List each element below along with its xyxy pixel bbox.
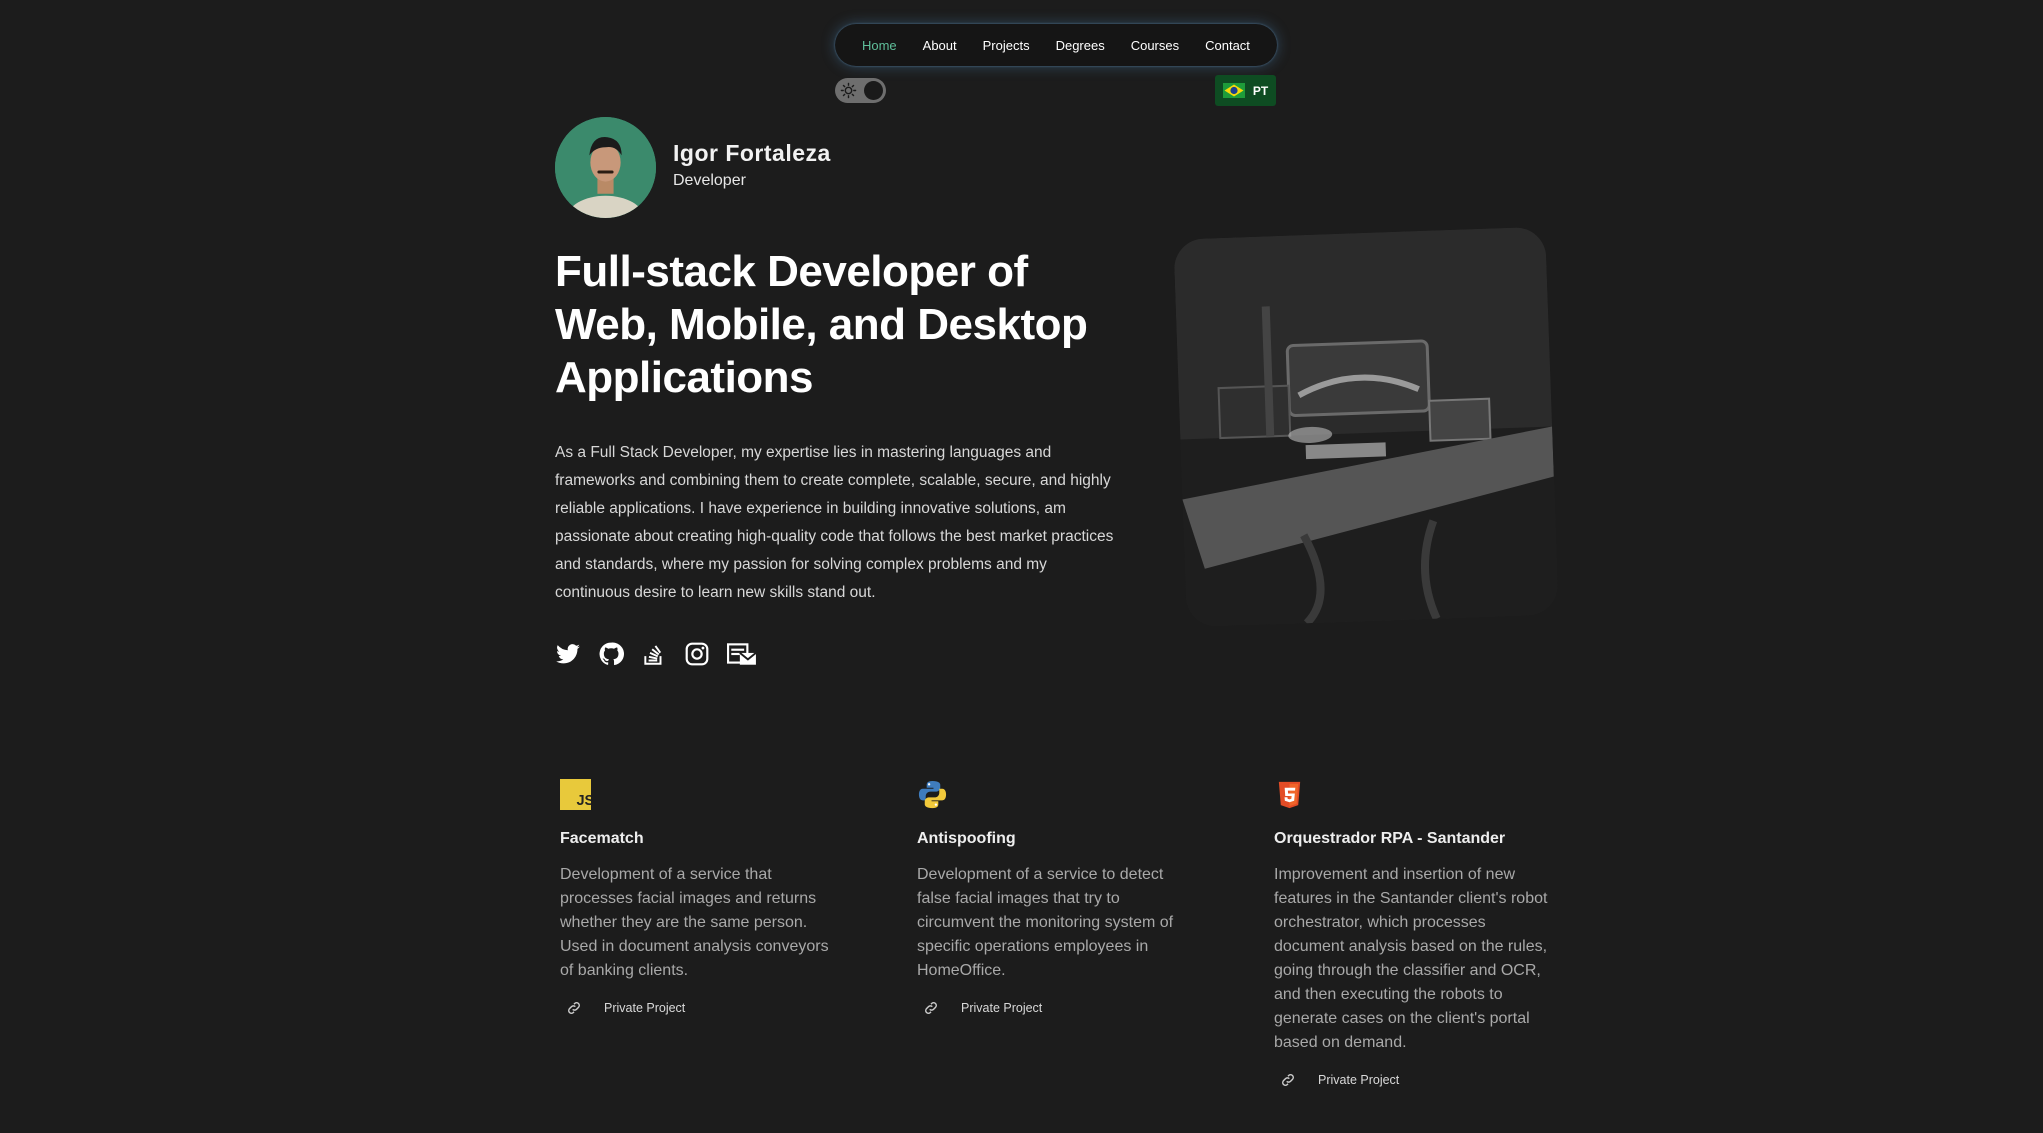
nav-projects[interactable]: Projects	[983, 38, 1030, 53]
theme-toggle[interactable]	[835, 78, 886, 103]
hero-description: As a Full Stack Developer, my expertise …	[555, 444, 1114, 601]
profile-name: Igor Fortaleza	[673, 140, 831, 166]
project-title: Antispoofing	[917, 830, 1016, 847]
brazil-flag-icon	[1222, 83, 1245, 98]
link-icon	[568, 1002, 580, 1014]
python-icon	[918, 780, 947, 809]
project-card-orquestrador: Orquestrador RPA - Santander Improvement…	[1274, 779, 1554, 1088]
project-link[interactable]: Private Project	[917, 1000, 1197, 1016]
link-icon	[1282, 1074, 1294, 1086]
language-button[interactable]: PT	[1215, 75, 1276, 106]
profile-role: Developer	[673, 172, 746, 189]
nav-courses[interactable]: Courses	[1131, 38, 1179, 53]
project-description: Improvement and insertion of new feature…	[1274, 866, 1548, 1051]
project-title: Orquestrador RPA - Santander	[1274, 830, 1506, 847]
workspace-photo	[1173, 226, 1559, 628]
language-code: PT	[1252, 83, 1269, 98]
github-icon[interactable]	[598, 641, 624, 667]
project-description: Development of a service to detect false…	[917, 866, 1174, 979]
avatar	[555, 117, 656, 218]
html5-icon	[1278, 781, 1301, 809]
project-card-facematch: JS Facematch Development of a service th…	[560, 779, 840, 1016]
project-description: Development of a service that processes …	[560, 866, 829, 979]
project-title: Facematch	[560, 830, 644, 847]
nav-about[interactable]: About	[923, 38, 957, 53]
project-card-antispoofing: Antispoofing Development of a service to…	[917, 779, 1197, 1016]
project-link-label: Private Project	[604, 1001, 686, 1015]
main-nav: Home About Projects Degrees Courses Cont…	[835, 24, 1277, 66]
javascript-icon: JS	[560, 779, 591, 810]
project-link-label: Private Project	[961, 1001, 1043, 1015]
instagram-icon[interactable]	[684, 641, 710, 667]
social-links	[555, 641, 757, 667]
link-icon	[925, 1002, 937, 1014]
stackoverflow-icon[interactable]	[641, 641, 667, 667]
nav-contact[interactable]: Contact	[1205, 38, 1250, 53]
project-link-label: Private Project	[1318, 1073, 1400, 1087]
toggle-knob	[864, 81, 883, 100]
nav-degrees[interactable]: Degrees	[1056, 38, 1105, 53]
nav-home[interactable]: Home	[862, 38, 897, 53]
project-link[interactable]: Private Project	[1274, 1072, 1554, 1088]
project-link[interactable]: Private Project	[560, 1000, 840, 1016]
svg-text:JS: JS	[576, 793, 591, 809]
email-icon[interactable]	[727, 641, 757, 667]
hero-headline: Full-stack Developer of Web, Mobile, and…	[555, 247, 1088, 402]
sun-icon	[840, 82, 857, 99]
twitter-icon[interactable]	[555, 641, 581, 667]
